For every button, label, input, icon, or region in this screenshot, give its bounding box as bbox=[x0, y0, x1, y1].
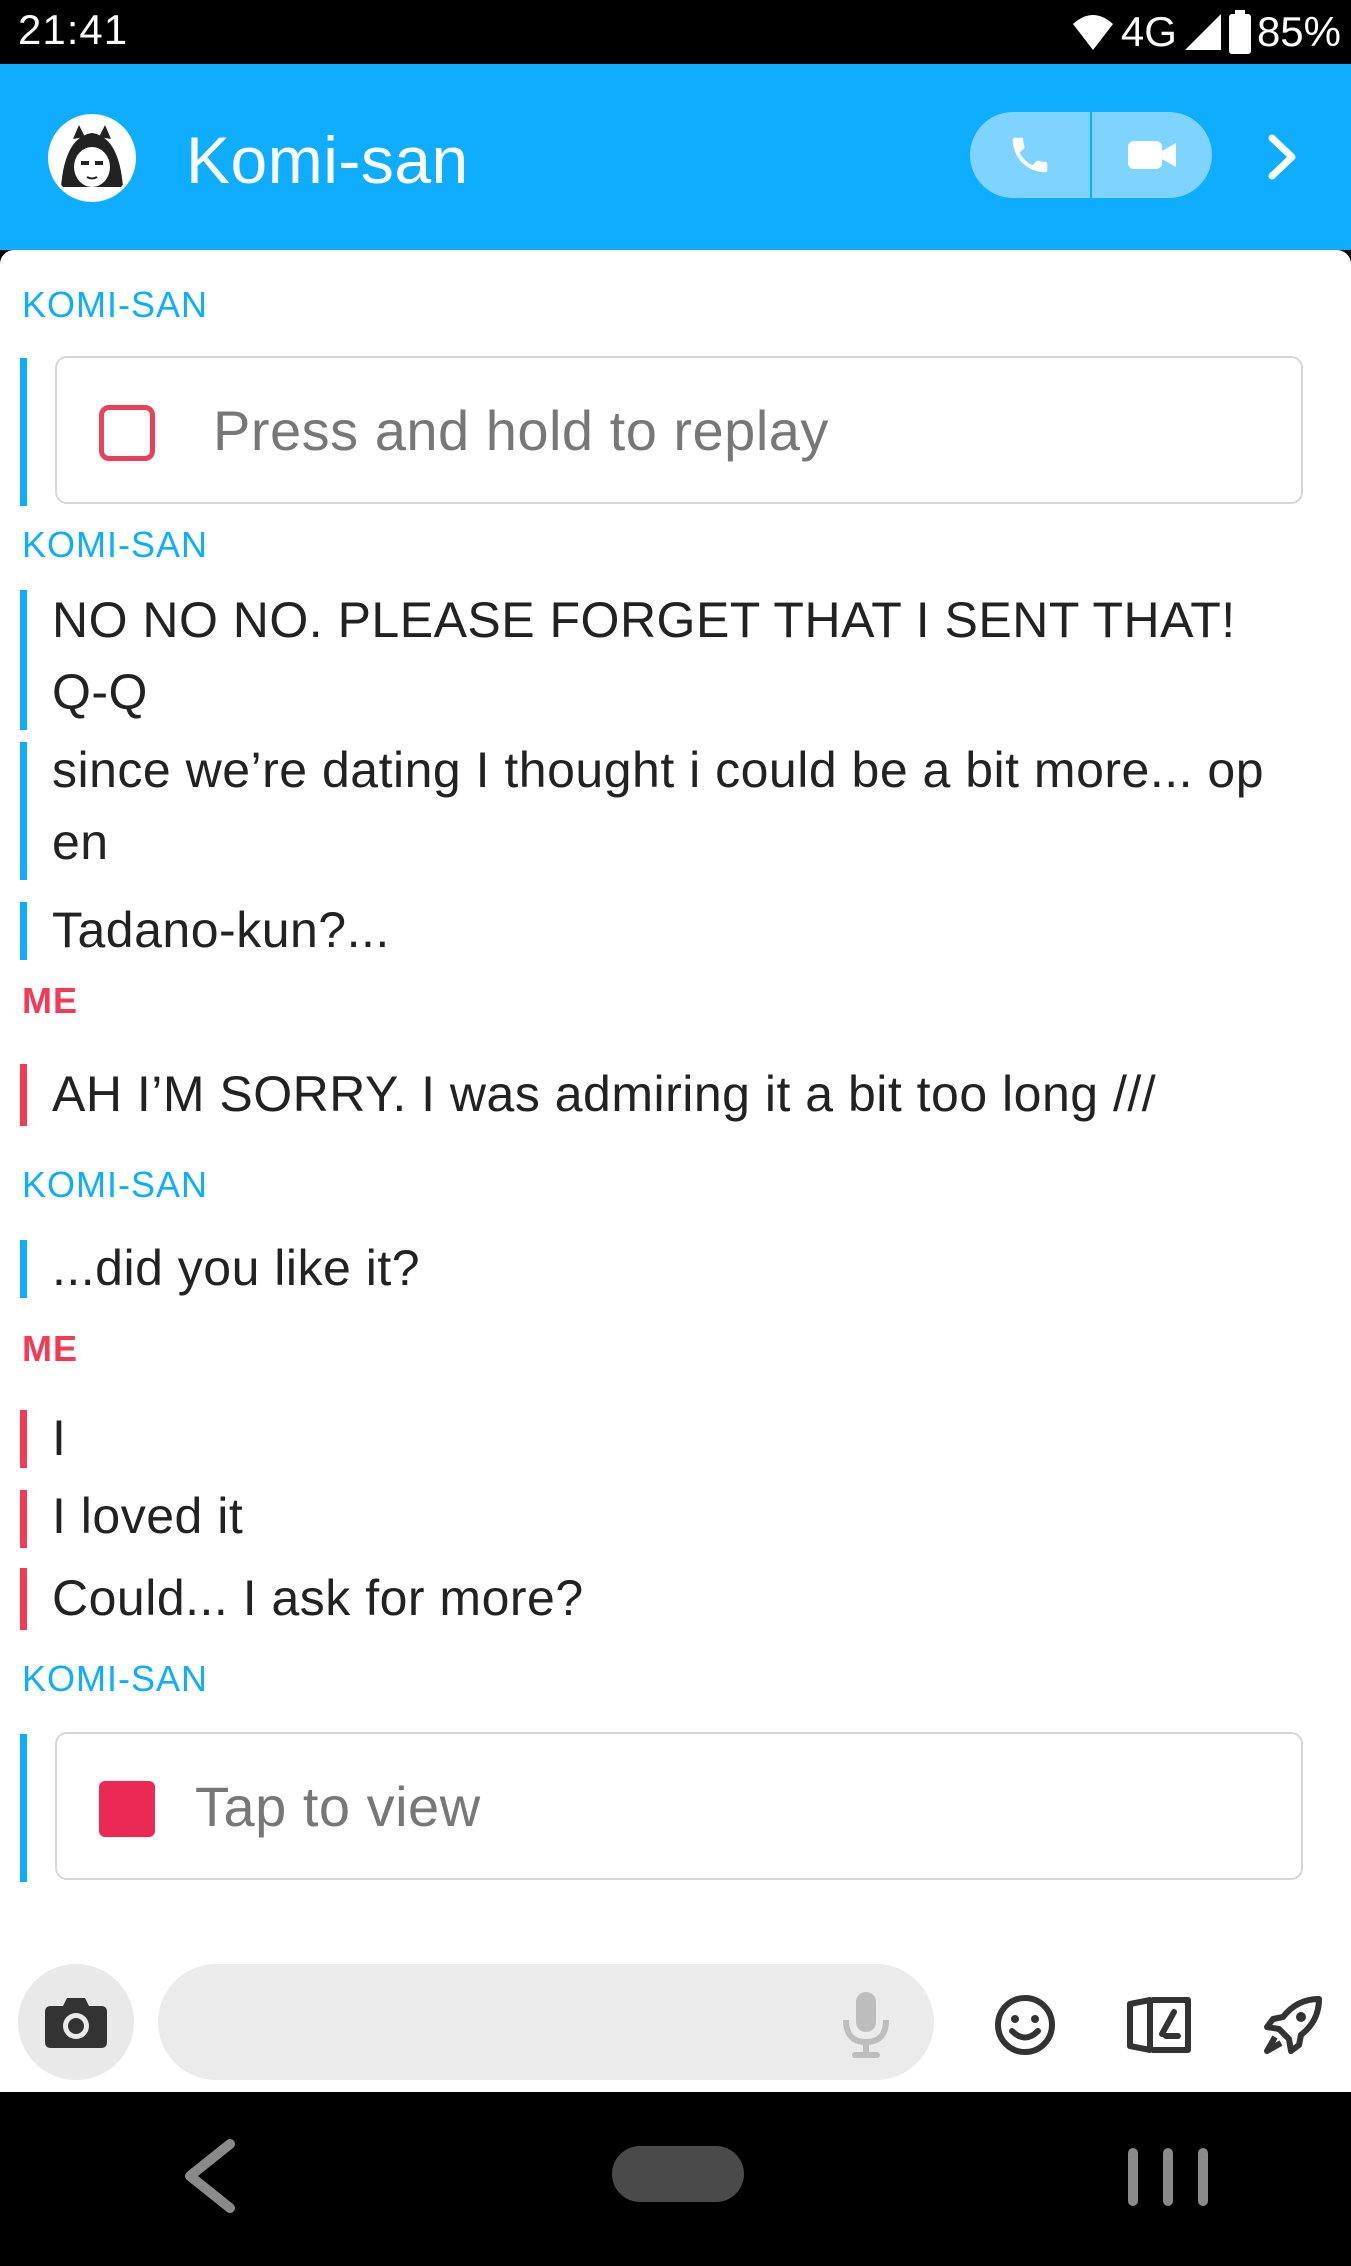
message-line: since we’re dating I thought i could be … bbox=[52, 742, 1265, 798]
chat-message-input[interactable] bbox=[158, 1964, 934, 2080]
message-bar-friend bbox=[20, 1240, 27, 1298]
message-bar-me bbox=[20, 1064, 27, 1126]
message-bar-me bbox=[20, 1490, 27, 1548]
sender-label-me: ME bbox=[22, 980, 78, 1021]
sticker-icon bbox=[1127, 1997, 1191, 2053]
video-camera-icon bbox=[1128, 141, 1177, 169]
sender-label-friend: KOMI-SAN bbox=[22, 524, 209, 565]
compose-bar bbox=[0, 1930, 1351, 2092]
opened-snap-icon bbox=[99, 405, 155, 461]
chat-message[interactable]: Could... I ask for more? bbox=[52, 1562, 1322, 1634]
snap-replay-text: Press and hold to replay bbox=[213, 399, 829, 462]
message-line: NO NO NO. PLEASE FORGET THAT I SENT THAT… bbox=[52, 592, 1236, 648]
sticker-button[interactable] bbox=[1124, 1990, 1194, 2060]
message-bar-me bbox=[20, 1410, 27, 1468]
network-type: 4G bbox=[1120, 8, 1177, 55]
microphone-button[interactable] bbox=[840, 1990, 892, 2063]
message-line: en bbox=[52, 814, 109, 870]
chat-message[interactable]: Tadano-kun?... bbox=[52, 894, 1322, 966]
snap-view-text: Tap to view bbox=[195, 1775, 481, 1838]
chat-message[interactable]: ...did you like it? bbox=[52, 1232, 1322, 1304]
microphone-icon bbox=[843, 1992, 889, 2058]
emoji-button[interactable] bbox=[990, 1990, 1060, 2060]
phone-icon bbox=[1012, 137, 1047, 173]
chat-message[interactable]: NO NO NO. PLEASE FORGET THAT I SENT THAT… bbox=[52, 584, 1322, 728]
system-navigation-bar bbox=[0, 2092, 1351, 2266]
message-bar-friend bbox=[20, 590, 27, 730]
games-button[interactable] bbox=[1258, 1990, 1328, 2060]
camera-icon bbox=[45, 1998, 107, 2048]
avatar[interactable] bbox=[48, 114, 136, 202]
status-bar: 21:41 4G 85% bbox=[0, 0, 1351, 64]
chat-header: Komi-san bbox=[0, 64, 1351, 250]
message-bar-friend bbox=[20, 902, 27, 960]
chevron-right-icon[interactable] bbox=[1252, 124, 1312, 190]
message-bar-friend bbox=[20, 742, 27, 880]
signal-icon bbox=[1184, 14, 1221, 50]
battery-level: 85% bbox=[1256, 8, 1341, 55]
video-call-button[interactable] bbox=[1092, 112, 1212, 198]
status-time: 21:41 bbox=[18, 6, 129, 53]
avatar-image bbox=[51, 117, 133, 199]
message-bar-friend bbox=[20, 1734, 27, 1882]
chat-message[interactable]: I bbox=[52, 1402, 1322, 1474]
recents-icon[interactable] bbox=[1120, 2142, 1216, 2217]
chat-message[interactable]: I loved it bbox=[52, 1480, 1322, 1552]
sender-label-friend: KOMI-SAN bbox=[22, 1164, 209, 1205]
rocket-icon bbox=[1264, 1996, 1322, 2054]
unopened-snap-icon bbox=[99, 1781, 155, 1837]
sender-label-me: ME bbox=[22, 1328, 78, 1369]
voice-call-button[interactable] bbox=[970, 112, 1090, 198]
message-bar-friend bbox=[20, 358, 27, 506]
contact-name[interactable]: Komi-san bbox=[186, 122, 469, 198]
chat-message[interactable]: AH I’M SORRY. I was admiring it a bit to… bbox=[52, 1058, 1322, 1130]
chat-thread[interactable]: KOMI-SAN Press and hold to replay KOMI-S… bbox=[0, 250, 1351, 1930]
snap-replay-card[interactable]: Press and hold to replay bbox=[55, 356, 1303, 504]
camera-button[interactable] bbox=[18, 1964, 134, 2080]
message-line: Q-Q bbox=[52, 664, 148, 720]
call-button-group bbox=[970, 112, 1212, 198]
message-bar-me bbox=[20, 1568, 27, 1630]
sender-label-friend: KOMI-SAN bbox=[22, 284, 209, 325]
sender-label-friend: KOMI-SAN bbox=[22, 1658, 209, 1699]
emoji-icon bbox=[995, 1995, 1055, 2055]
wifi-icon bbox=[1072, 15, 1113, 50]
back-icon[interactable] bbox=[178, 2136, 242, 2221]
status-icons: 4G 85% bbox=[1071, 6, 1341, 58]
chat-message[interactable]: since we’re dating I thought i could be … bbox=[52, 734, 1322, 878]
battery-icon bbox=[1228, 10, 1251, 54]
snap-view-card[interactable]: Tap to view bbox=[55, 1732, 1303, 1880]
home-icon[interactable] bbox=[612, 2146, 744, 2202]
